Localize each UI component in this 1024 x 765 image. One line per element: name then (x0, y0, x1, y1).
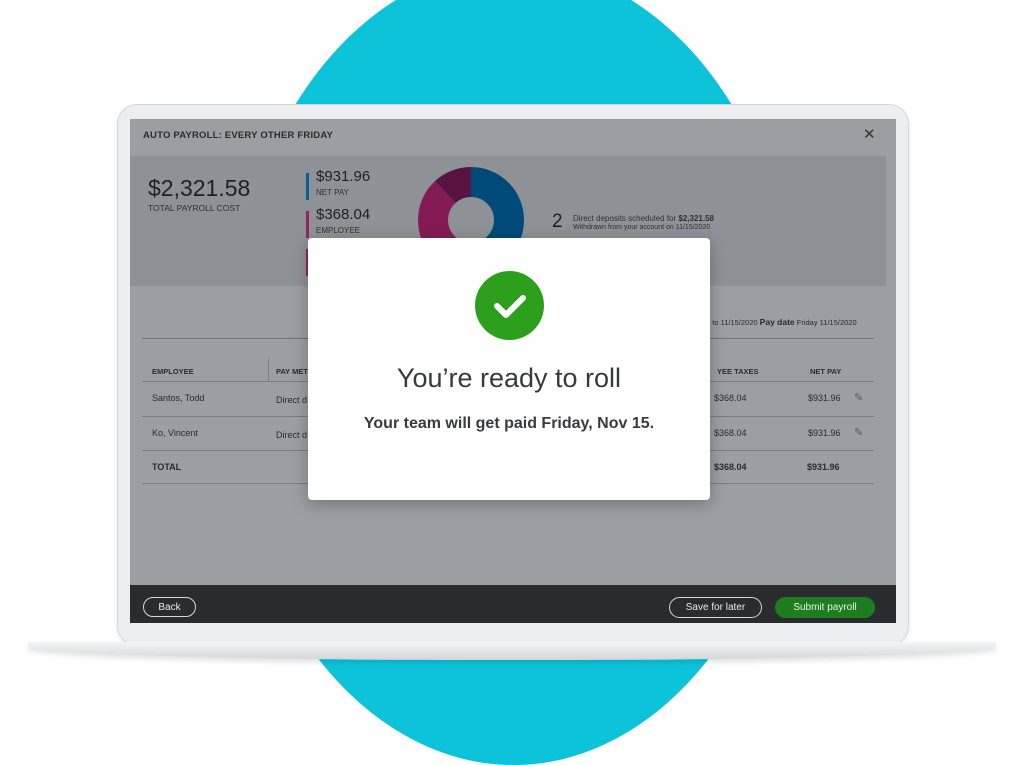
col-employee: EMPLOYEE (152, 367, 194, 376)
deposit-scheduled-prefix: Direct deposits scheduled for (573, 214, 679, 223)
title-bar: AUTO PAYROLL: EVERY OTHER FRIDAY ✕ (130, 119, 896, 153)
deposit-scheduled-amount: $2,321.58 (678, 214, 714, 223)
legend-employee-amount: $368.04 (316, 206, 371, 223)
total-label: TOTAL (152, 462, 182, 472)
pay-date-value: Friday 11/15/2020 (796, 318, 857, 327)
legend-net-pay-bar (306, 173, 309, 200)
legend-net-pay-label: NET PAY (316, 188, 349, 197)
success-modal: You’re ready to roll Your team will get … (308, 238, 710, 500)
pay-period-dates: 0 to 11/15/2020 Pay date Friday 11/15/20… (706, 317, 857, 327)
total-payroll-label: TOTAL PAYROLL COST (148, 203, 241, 213)
employee-taxes: $368.04 (714, 393, 747, 403)
legend-net-pay-amount: $931.96 (316, 168, 371, 185)
column-divider (268, 359, 269, 381)
employee-name: Santos, Todd (152, 393, 205, 403)
pay-date-label: Pay date (759, 317, 795, 327)
submit-payroll-button[interactable]: Submit payroll (775, 597, 875, 618)
total-net-pay: $931.96 (807, 462, 840, 472)
total-payroll-amount: $2,321.58 (148, 175, 251, 201)
edit-pencil-icon[interactable]: ✎ (854, 391, 863, 404)
col-pay-method: PAY MET (276, 367, 308, 376)
edit-pencil-icon[interactable]: ✎ (854, 426, 863, 439)
net-pay: $931.96 (808, 393, 841, 403)
footer-bar: Back Save for later Submit payroll (130, 585, 896, 623)
employee-taxes: $368.04 (714, 428, 747, 438)
deposit-scheduled-text: Direct deposits scheduled for $2,321.58 (573, 214, 714, 223)
deposit-withdrawn-text: Withdrawn from your account on 11/15/202… (573, 224, 711, 231)
legend-employee-bar (306, 211, 309, 238)
checkmark-icon (475, 271, 544, 340)
legend-employee-label: EMPLOYEE (316, 226, 361, 235)
save-for-later-button[interactable]: Save for later (669, 597, 762, 618)
back-button[interactable]: Back (143, 597, 196, 617)
net-pay: $931.96 (808, 428, 841, 438)
pay-period-range: 0 to 11/15/2020 (706, 318, 758, 327)
modal-title: You’re ready to roll (396, 363, 622, 393)
window-title: AUTO PAYROLL: EVERY OTHER FRIDAY (143, 130, 334, 141)
col-taxes: YEE TAXES (717, 367, 759, 376)
modal-subtitle: Your team will get paid Friday, Nov 15. (363, 415, 655, 432)
pay-method: Direct d (276, 430, 308, 440)
pay-method: Direct d (276, 395, 308, 405)
close-icon[interactable]: ✕ (863, 125, 876, 143)
total-taxes: $368.04 (714, 462, 747, 472)
deposit-count: 2 (552, 211, 563, 232)
col-net-pay: NET PAY (810, 367, 842, 376)
employee-name: Ko, Vincent (152, 428, 198, 438)
laptop-base (27, 642, 997, 660)
